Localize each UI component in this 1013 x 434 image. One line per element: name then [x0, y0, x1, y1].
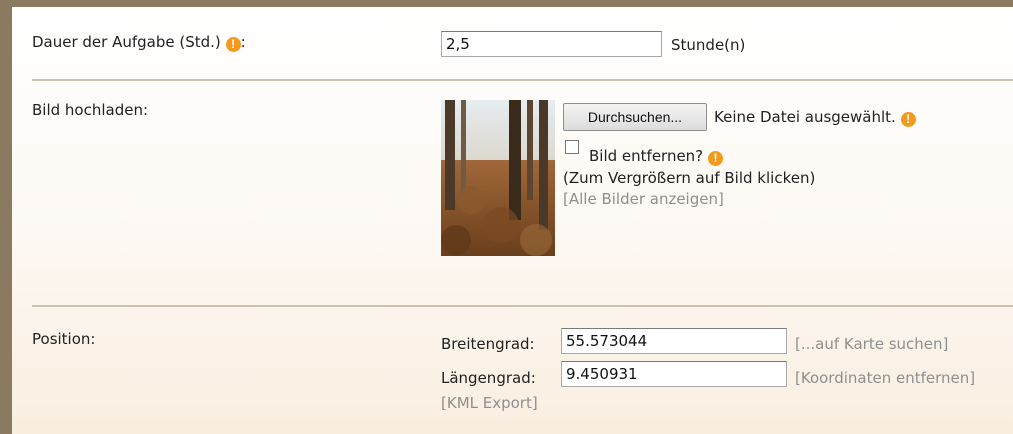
- task-form-panel: Dauer der Aufgabe (Std.) !: Stunde(n) Bi…: [12, 7, 1013, 434]
- no-file-selected-text: Keine Datei ausgewählt. !: [714, 108, 916, 127]
- image-upload-label: Bild hochladen:: [32, 101, 149, 119]
- duration-input[interactable]: [441, 31, 662, 57]
- remove-image-label: Bild entfernen? !: [589, 147, 723, 166]
- position-label: Position:: [32, 330, 96, 348]
- uploaded-image-thumbnail[interactable]: [441, 100, 555, 256]
- info-icon[interactable]: !: [707, 151, 723, 166]
- kml-export-link[interactable]: [KML Export]: [441, 394, 538, 412]
- remove-image-checkbox[interactable]: [565, 140, 579, 154]
- longitude-input[interactable]: [561, 361, 787, 387]
- remove-coordinates-link[interactable]: [Koordinaten entfernen]: [795, 369, 975, 387]
- duration-label: Dauer der Aufgabe (Std.) !:: [32, 33, 246, 52]
- row-divider: [32, 305, 1013, 307]
- latitude-input[interactable]: [561, 328, 787, 354]
- info-icon[interactable]: !: [900, 112, 916, 127]
- longitude-label: Längengrad:: [441, 369, 536, 387]
- info-icon[interactable]: !: [225, 37, 241, 52]
- latitude-label: Breitengrad:: [441, 335, 535, 353]
- row-divider: [32, 79, 1013, 81]
- duration-label-text: Dauer der Aufgabe (Std.): [32, 33, 221, 51]
- find-on-map-link[interactable]: [...auf Karte suchen]: [795, 335, 948, 353]
- show-all-images-link[interactable]: [Alle Bilder anzeigen]: [563, 190, 724, 208]
- browse-button[interactable]: Durchsuchen...: [563, 103, 707, 131]
- forest-photo-icon: [441, 100, 555, 256]
- enlarge-hint: (Zum Vergrößern auf Bild klicken): [563, 169, 816, 187]
- duration-unit: Stunde(n): [671, 36, 746, 54]
